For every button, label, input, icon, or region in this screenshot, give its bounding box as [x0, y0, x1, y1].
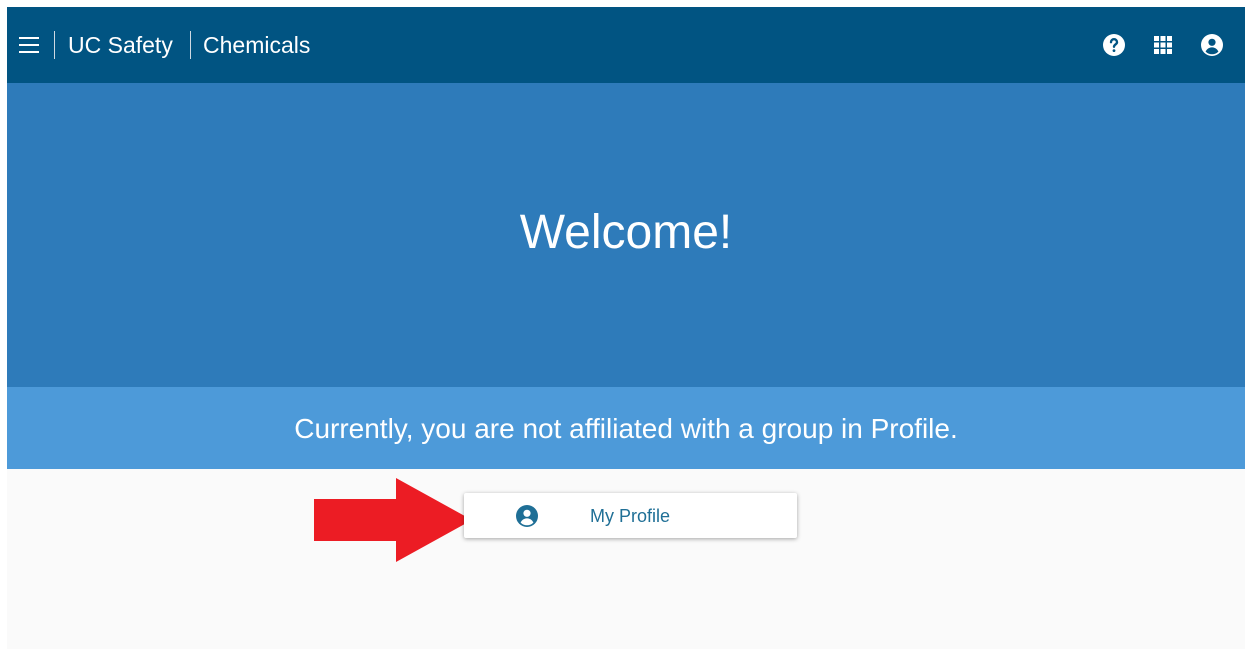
app-name[interactable]: UC Safety	[68, 30, 173, 60]
red-arrow-icon	[314, 478, 472, 562]
help-icon[interactable]	[1102, 33, 1126, 57]
header-divider	[54, 31, 55, 59]
affiliation-notice: Currently, you are not affiliated with a…	[7, 387, 1245, 469]
my-profile-button[interactable]: My Profile	[464, 493, 797, 538]
welcome-title: Welcome!	[519, 206, 733, 259]
my-profile-label: My Profile	[590, 506, 671, 526]
menu-icon[interactable]	[19, 36, 39, 54]
welcome-banner: Welcome!	[7, 83, 1245, 387]
app-frame: UC Safety Chemicals Welcome! Currently, …	[7, 7, 1245, 649]
account-icon[interactable]	[1200, 33, 1224, 57]
module-name[interactable]: Chemicals	[203, 30, 310, 60]
account-circle-icon	[516, 505, 538, 527]
apps-grid-icon[interactable]	[1151, 33, 1175, 57]
top-app-bar: UC Safety Chemicals	[7, 7, 1245, 83]
affiliation-message: Currently, you are not affiliated with a…	[294, 413, 958, 444]
header-divider	[190, 31, 191, 59]
